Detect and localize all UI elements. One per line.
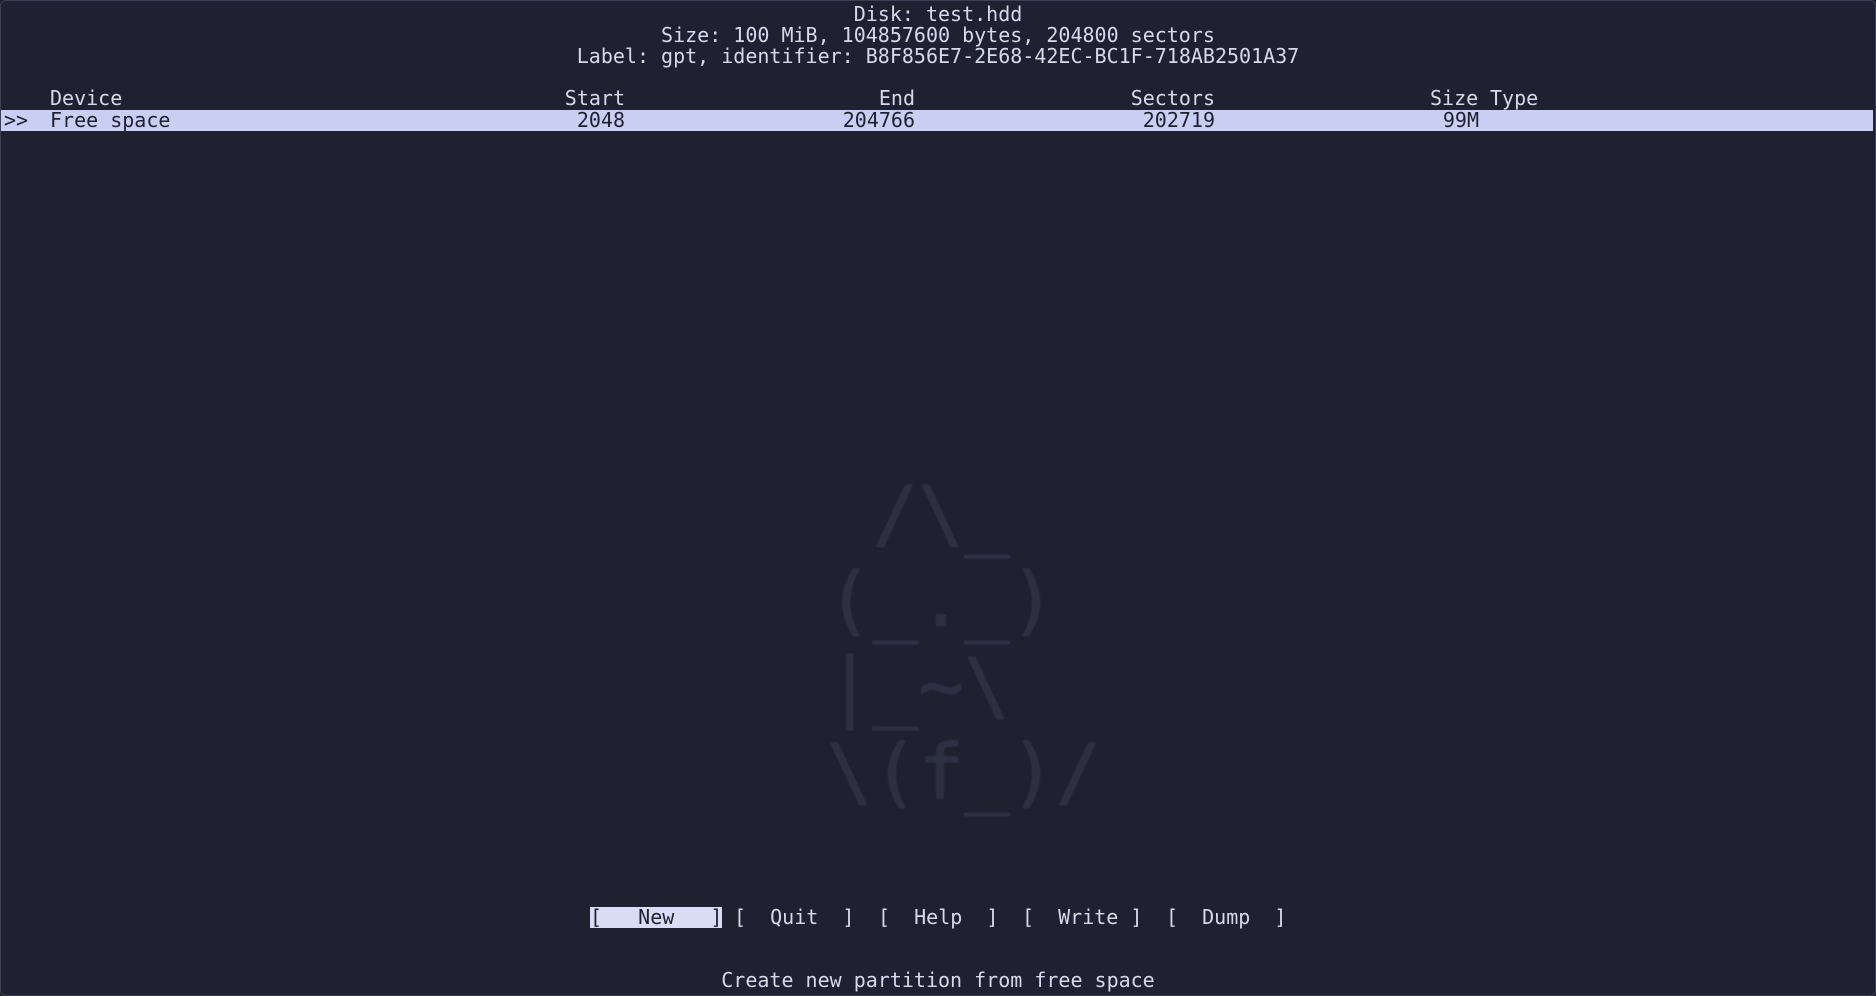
- terminal-window: Disk: test.hdd Size: 100 MiB, 104857600 …: [0, 0, 1876, 996]
- disk-name: Disk: test.hdd: [853, 2, 1023, 26]
- column-end: End: [878, 86, 915, 110]
- column-device: Device: [50, 86, 123, 110]
- write-button[interactable]: [ Write ]: [1022, 907, 1142, 928]
- table-row[interactable]: >> Free space 2048 204766 202719 99M: [1, 110, 1873, 131]
- row-end: 204766: [842, 108, 915, 132]
- column-start: Start: [564, 86, 625, 110]
- row-sectors: 202719: [1142, 108, 1215, 132]
- dump-button[interactable]: [ Dump ]: [1166, 907, 1286, 928]
- column-sectors: Sectors: [1130, 86, 1215, 110]
- row-size: 99M: [1442, 108, 1479, 132]
- column-size: Size: [1430, 86, 1479, 110]
- quit-button[interactable]: [ Quit ]: [734, 907, 854, 928]
- status-hint: Create new partition from free space: [721, 968, 1155, 992]
- ascii-art-watermark: /\_ (_._) |_~\ \(f_)/: [826, 469, 1102, 816]
- row-selection-marker: >>: [4, 108, 29, 132]
- disk-size: Size: 100 MiB, 104857600 bytes, 204800 s…: [661, 23, 1215, 47]
- row-start: 2048: [576, 108, 625, 132]
- help-button[interactable]: [ Help ]: [878, 907, 998, 928]
- row-device: Free space: [50, 108, 171, 132]
- disk-label: Label: gpt, identifier: B8F856E7-2E68-42…: [576, 44, 1300, 68]
- column-type: Type: [1490, 86, 1539, 110]
- new-button[interactable]: [ New ]: [590, 907, 723, 928]
